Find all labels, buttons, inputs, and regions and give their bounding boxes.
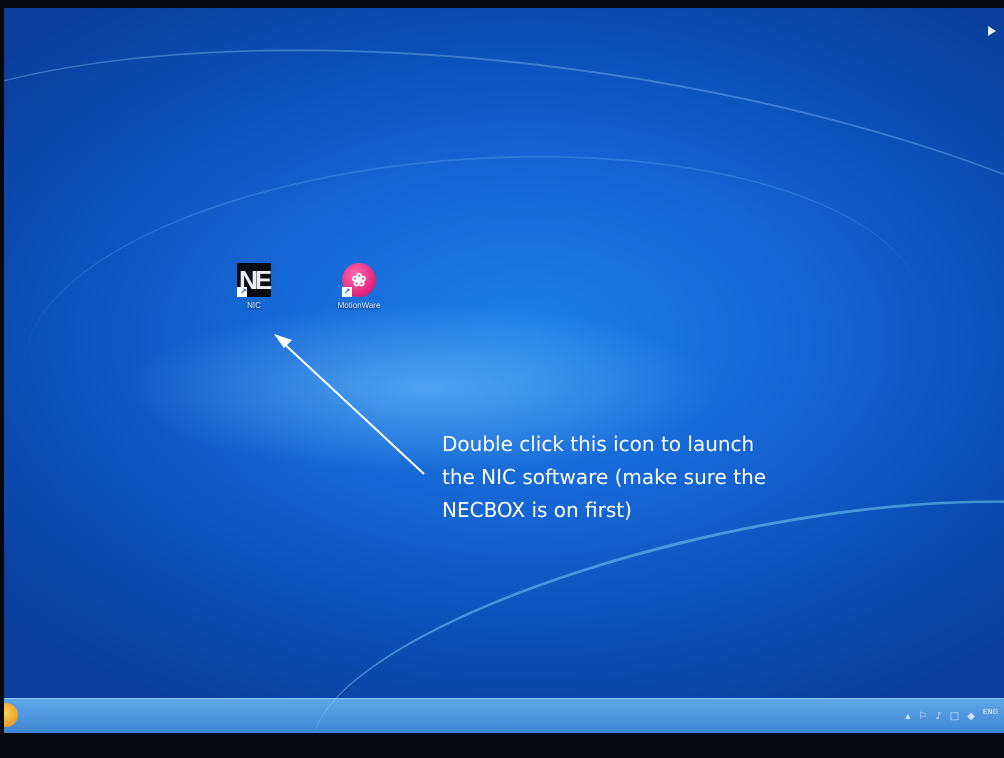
- tray-app-icon[interactable]: ◆: [967, 711, 975, 722]
- start-button[interactable]: [4, 703, 18, 727]
- monitor-bezel: NE ↗ NIC ❀ ↗ MotionWare Double click thi…: [0, 0, 1004, 758]
- shortcut-arrow-icon: ↗: [237, 287, 247, 297]
- show-hidden-icons-icon[interactable]: ▴: [905, 711, 910, 722]
- annotation-arrow-head: [274, 334, 292, 348]
- annotation-line: NECBOX is on first): [442, 498, 632, 522]
- motionware-icon-glyph: ❀: [351, 270, 367, 290]
- annotation-arrow: [274, 334, 425, 475]
- volume-icon[interactable]: ♪: [935, 711, 941, 722]
- charm-hint-icon: [988, 26, 996, 36]
- annotation-callout: Double click this icon to launch the NIC…: [442, 428, 862, 527]
- system-tray: ▴ ⚐ ♪ □ ◆ ENG: [905, 707, 998, 725]
- desktop-icon-nic[interactable]: NE ↗ NIC: [214, 263, 294, 310]
- annotation-line: the NIC software (make sure the: [442, 465, 767, 489]
- action-center-flag-icon[interactable]: ⚐: [918, 711, 927, 722]
- clock-date: [983, 716, 998, 724]
- network-icon[interactable]: □: [950, 711, 959, 722]
- desktop-background[interactable]: NE ↗ NIC ❀ ↗ MotionWare Double click thi…: [4, 8, 1004, 733]
- annotation-line: Double click this icon to launch: [442, 432, 755, 456]
- tray-language-clock[interactable]: ENG: [983, 708, 998, 724]
- desktop-icon-label: MotionWare: [337, 301, 381, 310]
- desktop-icon-label: NIC: [247, 301, 261, 310]
- nic-app-icon: NE ↗: [237, 263, 272, 297]
- annotation-arrow-line: [279, 339, 425, 475]
- taskbar: ▴ ⚐ ♪ □ ◆ ENG: [4, 698, 1004, 733]
- language-indicator: ENG: [982, 708, 998, 716]
- shortcut-arrow-icon: ↗: [342, 287, 352, 297]
- motionware-app-icon: ❀ ↗: [342, 263, 376, 297]
- desktop-icon-motionware[interactable]: ❀ ↗ MotionWare: [319, 263, 399, 310]
